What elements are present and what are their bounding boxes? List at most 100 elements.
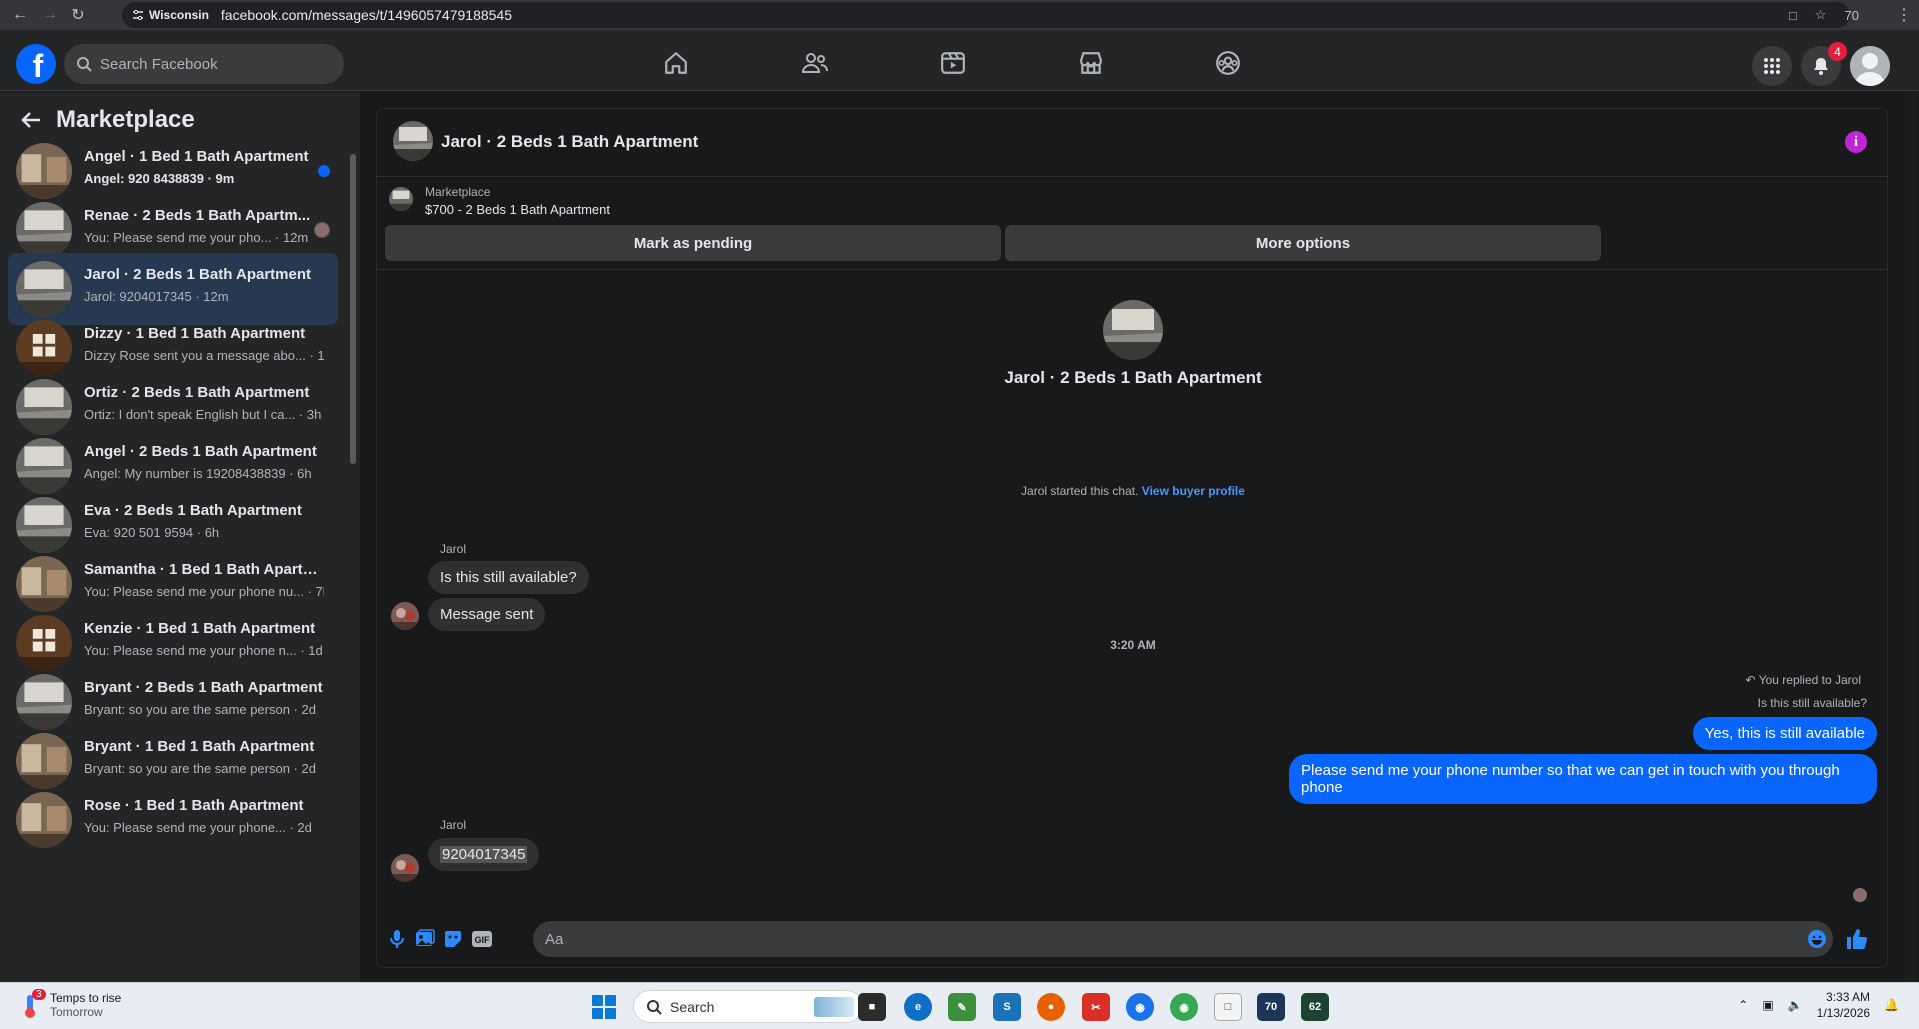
more-options-button[interactable]: More options	[1005, 225, 1601, 261]
conversation-avatar	[16, 261, 72, 317]
selected-phone-number[interactable]: 9204017345	[440, 846, 528, 863]
sender-avatar[interactable]	[391, 602, 419, 630]
conversation-name: Bryant · 1 Bed 1 Bath Apartment	[84, 738, 315, 755]
conversation-name: Bryant · 2 Beds 1 Bath Apartment	[84, 679, 323, 696]
reply-quote: Is this still available?	[1757, 696, 1867, 710]
conversation-name: Angel · 1 Bed 1 Bath Apartment	[84, 148, 309, 165]
conversation-avatar	[16, 320, 72, 376]
conversation-name: Dizzy · 1 Bed 1 Bath Apartment	[84, 325, 306, 342]
chat-avatar[interactable]	[393, 121, 433, 161]
weather-subtext: Tomorrow	[50, 1005, 103, 1019]
address-bar[interactable]: Wisconsin facebook.com/messages/t/149605…	[122, 2, 1850, 28]
chat-panel: Jarol · 2 Beds 1 Bath Apartment i Market…	[376, 108, 1888, 968]
listing-summary[interactable]: Marketplace $700 - 2 Beds 1 Bath Apartme…	[389, 181, 1869, 219]
app-s-icon[interactable]: S	[993, 993, 1021, 1021]
microphone-icon[interactable]	[385, 927, 409, 951]
friends-icon[interactable]	[795, 45, 835, 81]
message-bubble-outgoing[interactable]: Please send me your phone number so that…	[1289, 754, 1877, 804]
groups-icon[interactable]	[1208, 45, 1248, 81]
video-icon[interactable]	[933, 45, 973, 81]
gif-icon[interactable]: GIF	[470, 927, 494, 951]
speedometer-app-icon[interactable]: 70	[1257, 993, 1285, 1021]
file-explorer-icon[interactable]: ■	[858, 993, 886, 1021]
taskbar-search[interactable]: Search	[633, 990, 863, 1023]
browser-menu-icon[interactable]: ⋮	[1890, 0, 1918, 30]
location-chip[interactable]: Wisconsin	[132, 8, 221, 22]
mark-pending-button[interactable]: Mark as pending	[385, 225, 1001, 261]
bookmark-star-icon[interactable]: ☆	[1815, 7, 1827, 23]
clock-date: 1/13/2026	[1816, 1006, 1871, 1020]
clock[interactable]: 3:33 AM 1/13/2026	[1817, 989, 1870, 1021]
svg-text:GIF: GIF	[475, 935, 491, 945]
read-receipt-avatar	[1853, 888, 1867, 902]
view-buyer-profile-link[interactable]: View buyer profile	[1142, 484, 1245, 498]
back-arrow-icon[interactable]	[20, 109, 42, 131]
snipping-tool-icon[interactable]: ✂	[1082, 993, 1110, 1021]
conversation-preview: Angel: My number is 19208438839 · 6h	[84, 466, 312, 481]
photo-icon[interactable]	[413, 927, 437, 951]
conversation-item[interactable]: Rose · 1 Bed 1 Bath Apartment You: Please…	[8, 784, 338, 856]
notification-center-icon[interactable]: 🔔	[1884, 998, 1899, 1012]
document-icon[interactable]: □	[1214, 993, 1242, 1021]
location-chip-label: Wisconsin	[149, 8, 209, 22]
emoji-icon[interactable]	[1805, 927, 1829, 951]
notifications-bell-icon[interactable]: 4	[1801, 42, 1847, 86]
extension-badge[interactable]: 70	[1845, 8, 1859, 23]
windows-start-icon[interactable]	[592, 995, 616, 1019]
message-bubble-incoming[interactable]: Is this still available?	[428, 561, 589, 594]
intro-avatar	[1103, 300, 1163, 360]
reply-indicator: ↶ You replied to Jarol	[1746, 673, 1861, 687]
network-icon[interactable]: ▣	[1762, 998, 1773, 1012]
page-scrollbar[interactable]	[1904, 92, 1918, 982]
message-bubble-incoming[interactable]: Message sent	[428, 598, 546, 631]
forward-icon[interactable]: →	[36, 0, 64, 30]
sender-avatar[interactable]	[391, 854, 419, 882]
conversation-preview: Dizzy Rose sent you a message abo... · 1…	[84, 348, 324, 363]
message-bubble-outgoing[interactable]: Yes, this is still available	[1692, 717, 1877, 750]
notepad-icon[interactable]: ✎	[948, 993, 976, 1021]
back-icon[interactable]: ←	[6, 0, 34, 30]
notification-badge: 4	[1828, 42, 1847, 61]
url-text[interactable]: facebook.com/messages/t/1496057479188545	[221, 7, 512, 23]
chat-title[interactable]: Jarol · 2 Beds 1 Bath Apartment	[441, 132, 698, 152]
edge-icon[interactable]: e	[904, 993, 932, 1021]
unread-dot	[318, 165, 330, 177]
marketplace-icon[interactable]	[1071, 45, 1111, 81]
thumbs-up-icon[interactable]	[1845, 927, 1869, 951]
firefox-icon[interactable]: ●	[1037, 993, 1065, 1021]
weather-headline: Temps to rise	[50, 991, 122, 1005]
conversation-avatar	[16, 674, 72, 730]
message-bubble-incoming[interactable]: 9204017345	[428, 838, 540, 871]
conversation-name: Rose · 1 Bed 1 Bath Apartment	[84, 797, 304, 814]
sidebar-scroll-thumb[interactable]	[350, 154, 356, 464]
windows-taskbar: 3 Temps to rise Tomorrow Search ■ e ✎ S …	[0, 982, 1919, 1029]
chevron-up-icon[interactable]: ⌃	[1738, 998, 1748, 1012]
conversation-avatar	[16, 615, 72, 671]
gauge-app-icon[interactable]: 62	[1301, 993, 1329, 1021]
home-icon[interactable]	[656, 45, 696, 81]
marketplace-conversation-list: Marketplace Angel · 1 Bed 1 Bath Apartme…	[0, 92, 360, 982]
volume-icon[interactable]: 🔈	[1788, 998, 1803, 1012]
facebook-logo-icon[interactable]: f	[16, 44, 56, 84]
conversation-preview: Eva: 920 501 9594 · 6h	[84, 525, 220, 540]
listing-thumbnail	[389, 187, 413, 211]
chat-started-note: Jarol started this chat. View buyer prof…	[377, 484, 1887, 498]
conversation-name: Kenzie · 1 Bed 1 Bath Apartment	[84, 620, 316, 637]
weather-widget[interactable]: 3 Temps to rise Tomorrow	[18, 989, 122, 1019]
sidebar-scrollbar[interactable]	[348, 144, 358, 982]
conversation-preview: You: Please send me your phone nu... · 7…	[84, 584, 324, 599]
install-app-icon[interactable]: □	[1789, 8, 1797, 23]
fb-search-input[interactable]	[100, 55, 320, 73]
chrome-icon[interactable]: ◉	[1126, 993, 1154, 1021]
sticker-icon[interactable]	[441, 927, 465, 951]
chrome-profile-icon[interactable]: ◉	[1170, 993, 1198, 1021]
menu-grid-icon[interactable]	[1752, 46, 1792, 86]
message-input[interactable]	[533, 921, 1833, 957]
reload-icon[interactable]: ↻	[64, 0, 92, 30]
info-icon[interactable]: i	[1845, 131, 1867, 153]
listing-source: Marketplace	[425, 185, 491, 199]
reply-label: You replied to Jarol	[1758, 673, 1861, 687]
profile-avatar[interactable]	[1850, 46, 1890, 86]
sender-name: Jarol	[440, 818, 467, 832]
fb-search-box[interactable]	[64, 44, 344, 84]
